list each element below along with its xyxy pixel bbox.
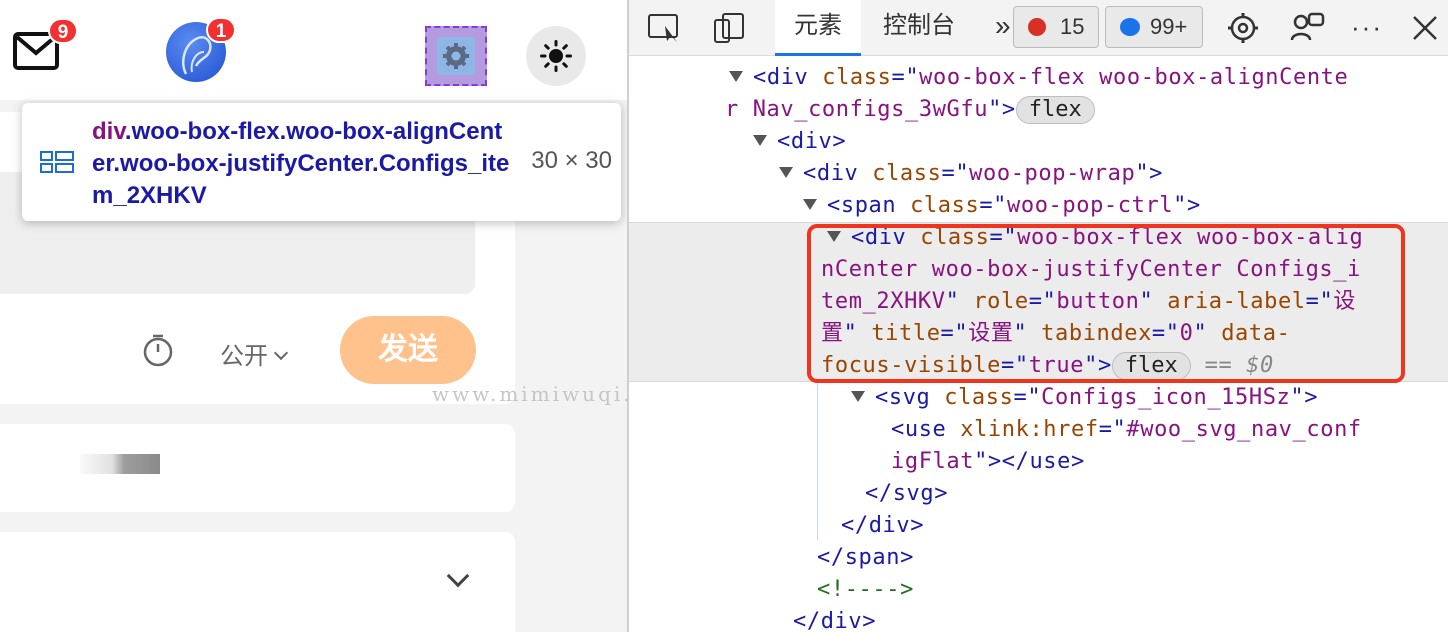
dom-line[interactable]: </svg>: [865, 478, 948, 510]
dom-line[interactable]: <svg class="Configs_icon_15HSz">: [851, 382, 1318, 414]
more-options-icon[interactable]: ···: [1351, 12, 1383, 43]
more-tabs-button[interactable]: »: [995, 0, 1011, 56]
error-count: 15: [1060, 14, 1085, 39]
flex-badge[interactable]: flex: [1015, 96, 1095, 124]
tooltip-selector: div.woo-box-flex.woo-box-alignCenter.woo…: [92, 116, 512, 212]
tab-elements[interactable]: 元素: [775, 0, 861, 56]
flex-layout-icon: [40, 151, 74, 173]
dom-line[interactable]: <!---->: [817, 574, 914, 606]
expand-triangle-icon[interactable]: [851, 391, 865, 402]
devtools-toolbar: 元素 控制台 » 15 99+ ···: [629, 0, 1448, 56]
expand-triangle-icon[interactable]: [729, 71, 743, 82]
dom-line[interactable]: </div>: [793, 606, 876, 632]
tooltip-tag-name: div: [92, 118, 125, 145]
message-count: 99+: [1150, 14, 1188, 39]
dom-line[interactable]: <div>: [753, 126, 846, 158]
dom-line[interactable]: </span>: [817, 542, 914, 574]
chevron-down-icon[interactable]: [446, 564, 470, 588]
send-button[interactable]: 发送: [340, 316, 476, 384]
gear-icon[interactable]: [1225, 10, 1261, 46]
dom-line[interactable]: <span class="woo-pop-ctrl">: [803, 190, 1201, 222]
dom-line[interactable]: igFlat"></use>: [891, 446, 1085, 478]
error-icon: [1028, 18, 1046, 36]
web-page: 9 1 公开 发送 www.mimiwuqi.com div.woo-box-f…: [0, 0, 627, 632]
dom-line[interactable]: <div class="woo-box-flex woo-box-alignCe…: [729, 62, 1348, 94]
tooltip-classes: .woo-box-flex.woo-box-alignCenter.woo-bo…: [92, 118, 510, 209]
device-toolbar-icon[interactable]: [711, 10, 747, 46]
message-count-button[interactable]: 99+: [1105, 6, 1203, 48]
avatar-badge: 1: [206, 17, 236, 43]
inspect-element-icon[interactable]: [647, 12, 683, 44]
devtools-panel: 元素 控制台 » 15 99+ ··· <div class="woo-box-…: [627, 0, 1448, 632]
message-icon: [1120, 18, 1140, 36]
settings-button-highlight[interactable]: [425, 26, 487, 86]
theme-toggle-button[interactable]: [526, 26, 586, 86]
dom-line[interactable]: <div class="woo-pop-wrap">: [779, 158, 1163, 190]
tooltip-size: 30 × 30: [531, 147, 612, 174]
tree-guide-line: [817, 380, 818, 540]
close-icon[interactable]: [1411, 14, 1439, 42]
expand-triangle-icon[interactable]: [779, 167, 793, 178]
chevron-down-icon: [273, 345, 289, 361]
sun-icon: [540, 40, 572, 72]
dom-line[interactable]: r Nav_configs_3wGfu"> flex: [725, 94, 1095, 126]
highlight-annotation-box: [807, 224, 1405, 383]
visibility-dropdown[interactable]: 公开: [220, 336, 289, 371]
feed-card: [0, 532, 515, 632]
dom-line[interactable]: </div>: [841, 510, 924, 542]
dom-line[interactable]: <use xlink:href="#woo_svg_nav_conf: [891, 414, 1362, 446]
watermark: www.mimiwuqi.com: [432, 382, 627, 406]
expand-triangle-icon[interactable]: [803, 199, 817, 210]
error-count-button[interactable]: 15: [1013, 6, 1099, 48]
inspect-tooltip: div.woo-box-flex.woo-box-alignCenter.woo…: [22, 103, 621, 221]
visibility-label: 公开: [220, 343, 268, 370]
tab-console[interactable]: 控制台: [883, 0, 955, 56]
timer-icon[interactable]: [140, 332, 176, 368]
blurred-content: [80, 454, 160, 474]
gear-icon: [443, 43, 469, 69]
expand-triangle-icon[interactable]: [753, 135, 767, 146]
feedback-icon[interactable]: [1289, 10, 1325, 46]
mail-badge: 9: [48, 18, 78, 44]
feed-card: [0, 424, 515, 512]
